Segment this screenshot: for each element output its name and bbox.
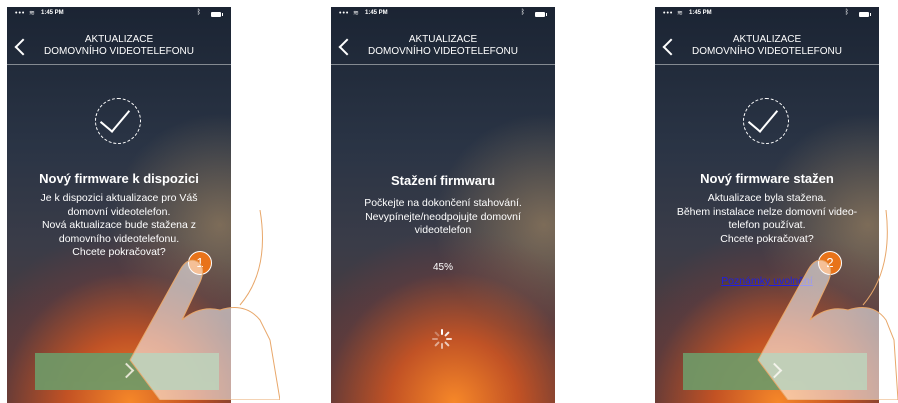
- body-line: Je k dispozici aktualizace pro Váš: [40, 192, 198, 204]
- chevron-right-icon: [766, 362, 783, 379]
- battery-icon: [535, 12, 547, 17]
- header-line-2: DOMOVNÍHO VIDEOTELEFONU: [691, 46, 842, 57]
- screen-title: Stažení firmwaru: [390, 173, 496, 188]
- wifi-icon: ≋: [29, 10, 35, 17]
- signal-dots-icon: •••: [339, 10, 350, 17]
- body-line: domovního videotelefonu.: [58, 232, 180, 245]
- next-button[interactable]: [35, 353, 219, 390]
- body-line: videotelefon: [414, 224, 472, 236]
- download-progress: 45%: [432, 262, 453, 273]
- status-bar: ••• ≋ 1:45 PM ᛒ: [7, 7, 231, 21]
- step-badge-1: 1: [188, 251, 212, 275]
- page-header: AKTUALIZACE DOMOVNÍHO VIDEOTELEFONU: [655, 34, 879, 58]
- header-line-2: DOMOVNÍHO VIDEOTELEFONU: [43, 46, 194, 57]
- signal-dots-icon: •••: [663, 10, 674, 17]
- checkmark-icon: [743, 98, 789, 144]
- bluetooth-icon: ᛒ: [844, 9, 849, 16]
- header-line-1: AKTUALIZACE: [84, 34, 154, 45]
- status-time: 1:45 PM: [41, 10, 64, 16]
- body-line: Nevypínejte/neodpojujte domovní: [365, 210, 521, 223]
- bluetooth-icon: ᛒ: [520, 9, 525, 16]
- release-notes-link[interactable]: Poznámky uvolnění: [655, 275, 879, 287]
- header-divider: [655, 64, 879, 65]
- header-line-1: AKTUALIZACE: [408, 34, 478, 45]
- page-header: AKTUALIZACE DOMOVNÍHO VIDEOTELEFONU: [7, 34, 231, 58]
- screen-new-firmware-available: ••• ≋ 1:45 PM ᛒ AKTUALIZACE DOMOVNÍHO VI…: [7, 7, 231, 403]
- body-line: Během instalace nelze domovní video-: [676, 205, 858, 218]
- screen-title: Nový firmware stažen: [700, 171, 834, 186]
- body-line: Nová aktualizace bude stažena z: [41, 219, 197, 231]
- header-line-2: DOMOVNÍHO VIDEOTELEFONU: [367, 46, 518, 57]
- screen-body: Aktualizace byla stažena. Během instalac…: [661, 192, 873, 246]
- screen-body: Je k dispozici aktualizace pro Váš domov…: [13, 192, 225, 260]
- page-header: AKTUALIZACE DOMOVNÍHO VIDEOTELEFONU: [331, 34, 555, 58]
- screen-firmware-downloaded: ••• ≋ 1:45 PM ᛒ AKTUALIZACE DOMOVNÍHO VI…: [655, 7, 879, 403]
- screen-body: Počkejte na dokončení stahování. Nevypín…: [337, 197, 549, 238]
- checkmark-icon: [95, 98, 141, 144]
- status-bar: ••• ≋ 1:45 PM ᛒ: [655, 7, 879, 21]
- battery-icon: [859, 12, 871, 17]
- battery-icon: [211, 12, 223, 17]
- screen-firmware-download: ••• ≋ 1:45 PM ᛒ AKTUALIZACE DOMOVNÍHO VI…: [331, 7, 555, 403]
- header-divider: [7, 64, 231, 65]
- status-bar: ••• ≋ 1:45 PM ᛒ: [331, 7, 555, 21]
- body-line: Chcete pokračovat?: [720, 232, 814, 245]
- bluetooth-icon: ᛒ: [196, 9, 201, 16]
- header-line-1: AKTUALIZACE: [732, 34, 802, 45]
- screen-title: Nový firmware k dispozici: [39, 171, 199, 186]
- signal-dots-icon: •••: [15, 10, 26, 17]
- wifi-icon: ≋: [353, 10, 359, 17]
- loading-spinner-icon: [432, 329, 452, 349]
- body-line: telefon používat.: [728, 219, 806, 231]
- status-time: 1:45 PM: [689, 10, 712, 16]
- body-line: Aktualizace byla stažena.: [707, 192, 827, 204]
- status-time: 1:45 PM: [365, 10, 388, 16]
- header-divider: [331, 64, 555, 65]
- wifi-icon: ≋: [677, 10, 683, 17]
- body-line: Počkejte na dokončení stahování.: [364, 197, 522, 209]
- step-badge-2: 2: [818, 251, 842, 275]
- body-line: domovní videotelefon.: [67, 205, 171, 218]
- next-button[interactable]: [683, 353, 867, 390]
- chevron-right-icon: [118, 362, 135, 379]
